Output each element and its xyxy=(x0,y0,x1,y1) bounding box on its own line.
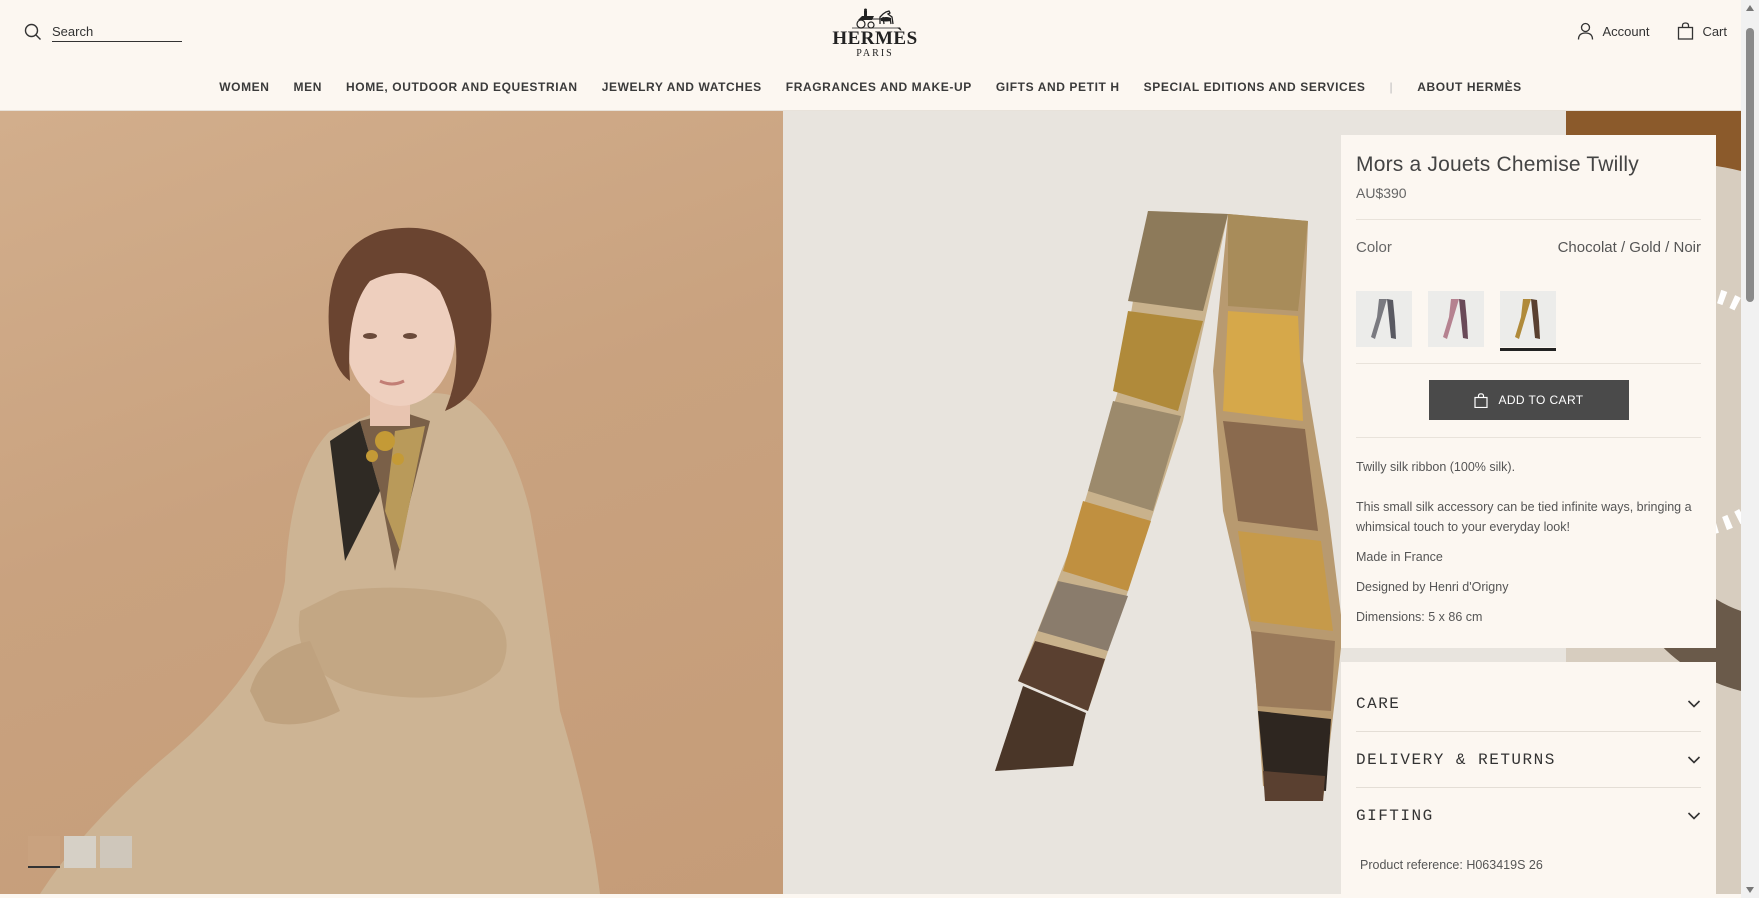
add-to-cart-label: ADD TO CART xyxy=(1498,393,1584,407)
add-to-cart-button[interactable]: ADD TO CART xyxy=(1429,380,1629,420)
main-navigation: WOMEN MEN HOME, OUTDOOR AND EQUESTRIAN J… xyxy=(0,80,1741,94)
search-bar[interactable] xyxy=(24,22,182,42)
cart-link[interactable]: Cart xyxy=(1677,22,1727,40)
nav-item-gifts-petit-h[interactable]: GIFTS AND PETIT H xyxy=(996,80,1120,94)
divider xyxy=(1356,363,1701,364)
color-swatch-1[interactable] xyxy=(1356,291,1412,347)
accordion-delivery-returns[interactable]: DELIVERY & RETURNS xyxy=(1356,732,1701,788)
nav-divider: | xyxy=(1389,80,1394,94)
accordion-gifting[interactable]: GIFTING xyxy=(1356,788,1701,844)
divider xyxy=(1356,219,1701,220)
description-text: This small silk accessory can be tied in… xyxy=(1356,500,1692,534)
site-header: HERMÈS PARIS Account Cart WOMEN MEN HOME… xyxy=(0,0,1741,111)
product-reference: Product reference: H063419S 26 xyxy=(1360,858,1543,872)
scrollbar-thumb[interactable] xyxy=(1746,28,1754,302)
product-description: Twilly silk ribbon (100% silk). This sma… xyxy=(1356,457,1701,637)
nav-item-about-hermes[interactable]: ABOUT HERMÈS xyxy=(1417,80,1522,94)
model-illustration xyxy=(40,227,600,894)
search-icon xyxy=(24,23,41,40)
scroll-up-arrow[interactable] xyxy=(1746,5,1754,11)
scroll-down-arrow[interactable] xyxy=(1746,887,1754,893)
divider xyxy=(1356,437,1701,438)
chevron-down-icon xyxy=(1687,812,1701,820)
accordion-label: GIFTING xyxy=(1356,807,1434,825)
search-input[interactable] xyxy=(52,22,182,42)
nav-item-home-outdoor-equestrian[interactable]: HOME, OUTDOOR AND EQUESTRIAN xyxy=(346,80,578,94)
chevron-down-icon xyxy=(1687,755,1701,764)
hermes-logo[interactable]: HERMÈS PARIS xyxy=(832,8,918,59)
product-panel: Mors a Jouets Chemise Twilly AU$390 Colo… xyxy=(1341,135,1716,648)
description-designer: Designed by Henri d'Origny xyxy=(1356,580,1509,594)
header-actions: Account Cart xyxy=(1577,22,1727,40)
nav-item-men[interactable]: MEN xyxy=(294,80,322,94)
gallery-thumbnails xyxy=(28,836,132,868)
product-price: AU$390 xyxy=(1356,185,1407,201)
accordion-label: DELIVERY & RETURNS xyxy=(1356,750,1556,769)
logo-subtitle: PARIS xyxy=(856,48,894,59)
model-photo xyxy=(0,111,783,894)
gallery-thumb-scarf[interactable] xyxy=(64,836,96,868)
scarf-swatch-grey-icon xyxy=(1371,299,1396,339)
page-scrollbar[interactable] xyxy=(1741,0,1759,898)
color-label: Color xyxy=(1356,239,1392,256)
nav-item-fragrances-makeup[interactable]: FRAGRANCES AND MAKE-UP xyxy=(786,80,972,94)
gallery-thumb-detail[interactable] xyxy=(100,836,132,868)
color-value: Chocolat / Gold / Noir xyxy=(1557,239,1701,256)
scarf-swatch-rose-icon xyxy=(1443,299,1468,339)
nav-item-women[interactable]: WOMEN xyxy=(219,80,269,94)
nav-item-jewelry-watches[interactable]: JEWELRY AND WATCHES xyxy=(602,80,762,94)
color-swatch-3[interactable] xyxy=(1500,291,1556,351)
description-origin: Made in France xyxy=(1356,550,1443,564)
product-title: Mors a Jouets Chemise Twilly xyxy=(1356,153,1639,176)
account-label: Account xyxy=(1602,23,1650,39)
shopping-bag-icon xyxy=(1474,392,1489,408)
product-accordion: CARE DELIVERY & RETURNS GIFTING Product … xyxy=(1341,662,1716,898)
gallery-thumb-model[interactable] xyxy=(28,836,60,868)
product-reference-label: Product reference: xyxy=(1360,858,1463,872)
color-swatch-2[interactable] xyxy=(1428,291,1484,347)
account-link[interactable]: Account xyxy=(1577,22,1649,40)
accordion-care[interactable]: CARE xyxy=(1356,676,1701,732)
shopping-bag-icon xyxy=(1678,22,1694,40)
accordion-label: CARE xyxy=(1356,694,1401,713)
chevron-down-icon xyxy=(1687,699,1701,708)
nav-item-special-editions[interactable]: SPECIAL EDITIONS AND SERVICES xyxy=(1144,80,1366,94)
user-icon xyxy=(1578,22,1594,40)
cart-label: Cart xyxy=(1702,23,1727,39)
color-swatches xyxy=(1356,291,1556,351)
logo-wordmark: HERMÈS xyxy=(832,28,918,49)
product-reference-value: H063419S 26 xyxy=(1466,858,1543,872)
carriage-icon xyxy=(852,8,898,29)
scarf-swatch-gold-icon xyxy=(1515,299,1540,339)
description-dimensions: Dimensions: 5 x 86 cm xyxy=(1356,610,1483,624)
description-material: Twilly silk ribbon (100% silk). xyxy=(1356,460,1516,474)
